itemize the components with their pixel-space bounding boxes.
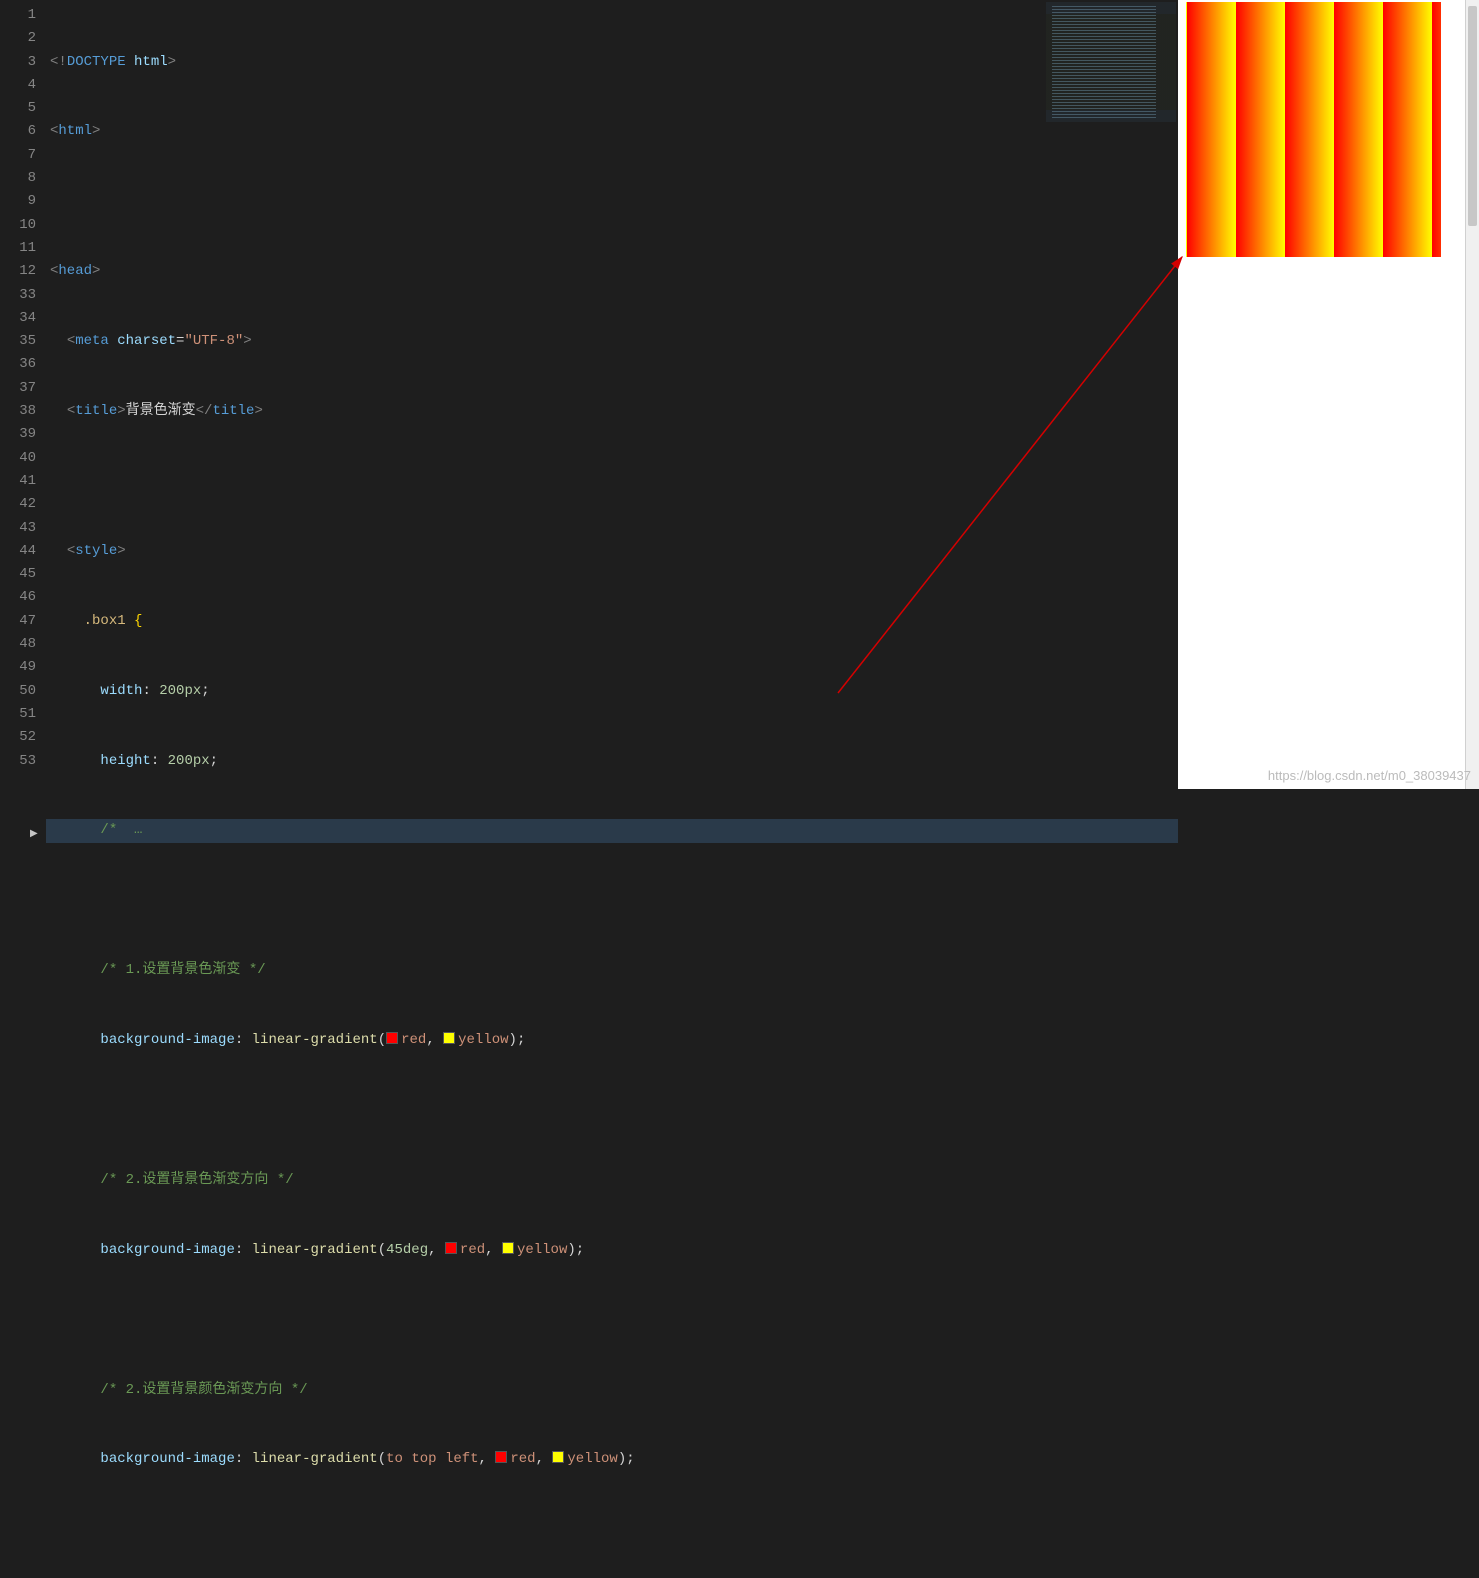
line-number-gutter: 1 2 3 4 5 6 7 8 9 10 11 12 33 34 35 36 3… [0,0,46,789]
line-number: 51 [0,703,36,726]
line-number: 34 [0,307,36,330]
line-number: 9 [0,190,36,213]
watermark-text: https://blog.csdn.net/m0_38039437 [1268,768,1471,783]
line-number: 40 [0,447,36,470]
line-number: 42 [0,493,36,516]
line-number: 41 [0,470,36,493]
line-number: 50 [0,680,36,703]
line-number: 8 [0,167,36,190]
line-number: 5 [0,97,36,120]
line-number: 3 [0,51,36,74]
line-number: 52 [0,726,36,749]
line-number: 35 [0,330,36,353]
fold-chevron-icon[interactable]: ▶ [30,823,38,846]
line-number: 4 [0,74,36,97]
line-number: 10 [0,214,36,237]
line-number: 7 [0,144,36,167]
line-number: 38 [0,400,36,423]
line-number: 53 [0,750,36,773]
line-number: 39 [0,423,36,446]
line-number: 45 [0,563,36,586]
color-swatch-red [495,1451,507,1463]
line-number: 37 [0,377,36,400]
color-swatch-yellow [443,1032,455,1044]
code-content[interactable]: <!DOCTYPE html> <html> <head> <meta char… [46,0,1178,789]
preview-pane: https://blog.csdn.net/m0_38039437 [1178,0,1479,789]
line-number: 33 [0,284,36,307]
line-number: 47 [0,610,36,633]
color-swatch-red [386,1032,398,1044]
color-swatch-yellow [552,1451,564,1463]
line-number: 1 [0,4,36,27]
color-swatch-yellow [502,1242,514,1254]
line-number: 43 [0,517,36,540]
line-number: 49 [0,656,36,679]
code-editor[interactable]: 1 2 3 4 5 6 7 8 9 10 11 12 33 34 35 36 3… [0,0,1178,789]
line-number: 46 [0,586,36,609]
line-number: 2 [0,27,36,50]
line-number: 11 [0,237,36,260]
preview-scrollbar[interactable] [1465,0,1479,789]
line-number: 48 [0,633,36,656]
line-number: 12 [0,260,36,283]
color-swatch-red [445,1242,457,1254]
gradient-preview-box [1186,2,1441,257]
line-number: 6 [0,120,36,143]
line-number: 36 [0,353,36,376]
line-number: 44 [0,540,36,563]
